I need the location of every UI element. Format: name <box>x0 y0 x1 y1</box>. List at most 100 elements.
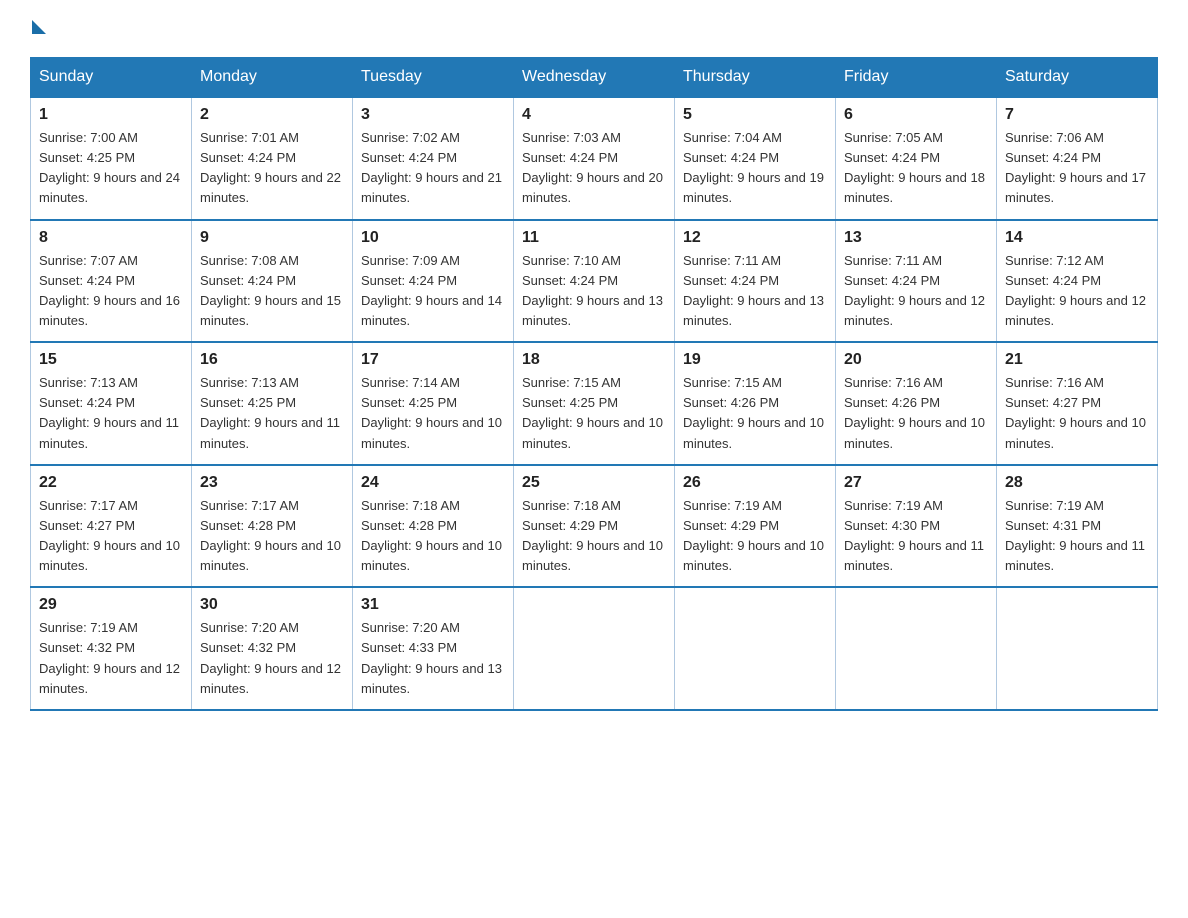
calendar-cell: 29 Sunrise: 7:19 AMSunset: 4:32 PMDayligh… <box>31 587 192 710</box>
calendar-cell: 27 Sunrise: 7:19 AMSunset: 4:30 PMDayligh… <box>836 465 997 588</box>
day-number: 10 <box>361 229 505 247</box>
calendar-cell: 18 Sunrise: 7:15 AMSunset: 4:25 PMDayligh… <box>514 342 675 465</box>
day-number: 5 <box>683 106 827 124</box>
day-info: Sunrise: 7:11 AMSunset: 4:24 PMDaylight:… <box>683 251 827 332</box>
day-info: Sunrise: 7:02 AMSunset: 4:24 PMDaylight:… <box>361 128 505 209</box>
day-number: 16 <box>200 351 344 369</box>
day-info: Sunrise: 7:03 AMSunset: 4:24 PMDaylight:… <box>522 128 666 209</box>
logo <box>30 20 48 37</box>
calendar-cell: 6Sunrise: 7:05 AMSunset: 4:24 PMDaylight… <box>836 97 997 220</box>
day-number: 3 <box>361 106 505 124</box>
day-info: Sunrise: 7:17 AMSunset: 4:27 PMDaylight:… <box>39 496 183 577</box>
calendar-header-wednesday: Wednesday <box>514 58 675 98</box>
day-number: 27 <box>844 474 988 492</box>
day-number: 2 <box>200 106 344 124</box>
day-number: 30 <box>200 596 344 614</box>
calendar-cell: 24 Sunrise: 7:18 AMSunset: 4:28 PMDayligh… <box>353 465 514 588</box>
calendar-header-friday: Friday <box>836 58 997 98</box>
day-info: Sunrise: 7:19 AMSunset: 4:31 PMDaylight:… <box>1005 496 1149 577</box>
calendar-cell: 20 Sunrise: 7:16 AMSunset: 4:26 PMDayligh… <box>836 342 997 465</box>
calendar-cell: 12 Sunrise: 7:11 AMSunset: 4:24 PMDayligh… <box>675 220 836 343</box>
calendar-cell: 8Sunrise: 7:07 AMSunset: 4:24 PMDaylight… <box>31 220 192 343</box>
calendar-cell: 28 Sunrise: 7:19 AMSunset: 4:31 PMDayligh… <box>997 465 1158 588</box>
day-number: 9 <box>200 229 344 247</box>
day-info: Sunrise: 7:12 AMSunset: 4:24 PMDaylight:… <box>1005 251 1149 332</box>
calendar-week-row: 22 Sunrise: 7:17 AMSunset: 4:27 PMDayligh… <box>31 465 1158 588</box>
calendar-cell: 9 Sunrise: 7:08 AMSunset: 4:24 PMDaylight… <box>192 220 353 343</box>
calendar-cell <box>836 587 997 710</box>
day-info: Sunrise: 7:06 AMSunset: 4:24 PMDaylight:… <box>1005 128 1149 209</box>
calendar-cell: 10 Sunrise: 7:09 AMSunset: 4:24 PMDayligh… <box>353 220 514 343</box>
calendar-cell: 16Sunrise: 7:13 AMSunset: 4:25 PMDayligh… <box>192 342 353 465</box>
day-info: Sunrise: 7:18 AMSunset: 4:28 PMDaylight:… <box>361 496 505 577</box>
day-number: 12 <box>683 229 827 247</box>
day-number: 19 <box>683 351 827 369</box>
calendar-cell: 30 Sunrise: 7:20 AMSunset: 4:32 PMDayligh… <box>192 587 353 710</box>
day-number: 4 <box>522 106 666 124</box>
day-number: 1 <box>39 106 183 124</box>
day-number: 20 <box>844 351 988 369</box>
calendar-cell: 31 Sunrise: 7:20 AMSunset: 4:33 PMDayligh… <box>353 587 514 710</box>
day-number: 6 <box>844 106 988 124</box>
day-info: Sunrise: 7:07 AMSunset: 4:24 PMDaylight:… <box>39 251 183 332</box>
calendar-header-saturday: Saturday <box>997 58 1158 98</box>
day-number: 22 <box>39 474 183 492</box>
calendar-week-row: 29 Sunrise: 7:19 AMSunset: 4:32 PMDayligh… <box>31 587 1158 710</box>
calendar-cell: 17 Sunrise: 7:14 AMSunset: 4:25 PMDayligh… <box>353 342 514 465</box>
day-number: 24 <box>361 474 505 492</box>
day-number: 13 <box>844 229 988 247</box>
logo-arrow-icon <box>32 20 46 34</box>
page-header <box>30 20 1158 37</box>
calendar-cell: 14 Sunrise: 7:12 AMSunset: 4:24 PMDayligh… <box>997 220 1158 343</box>
day-number: 29 <box>39 596 183 614</box>
day-info: Sunrise: 7:10 AMSunset: 4:24 PMDaylight:… <box>522 251 666 332</box>
day-info: Sunrise: 7:19 AMSunset: 4:32 PMDaylight:… <box>39 618 183 699</box>
calendar-header-sunday: Sunday <box>31 58 192 98</box>
day-info: Sunrise: 7:15 AMSunset: 4:26 PMDaylight:… <box>683 373 827 454</box>
calendar-week-row: 15 Sunrise: 7:13 AMSunset: 4:24 PMDayligh… <box>31 342 1158 465</box>
day-info: Sunrise: 7:13 AMSunset: 4:24 PMDaylight:… <box>39 373 183 454</box>
day-number: 14 <box>1005 229 1149 247</box>
day-info: Sunrise: 7:04 AMSunset: 4:24 PMDaylight:… <box>683 128 827 209</box>
day-number: 23 <box>200 474 344 492</box>
day-info: Sunrise: 7:19 AMSunset: 4:30 PMDaylight:… <box>844 496 988 577</box>
calendar-cell: 19 Sunrise: 7:15 AMSunset: 4:26 PMDayligh… <box>675 342 836 465</box>
day-number: 11 <box>522 229 666 247</box>
day-number: 17 <box>361 351 505 369</box>
calendar-header-monday: Monday <box>192 58 353 98</box>
day-info: Sunrise: 7:16 AMSunset: 4:26 PMDaylight:… <box>844 373 988 454</box>
calendar-cell: 5 Sunrise: 7:04 AMSunset: 4:24 PMDaylight… <box>675 97 836 220</box>
calendar-cell: 22 Sunrise: 7:17 AMSunset: 4:27 PMDayligh… <box>31 465 192 588</box>
day-number: 21 <box>1005 351 1149 369</box>
day-info: Sunrise: 7:20 AMSunset: 4:32 PMDaylight:… <box>200 618 344 699</box>
day-info: Sunrise: 7:08 AMSunset: 4:24 PMDaylight:… <box>200 251 344 332</box>
calendar-cell: 21Sunrise: 7:16 AMSunset: 4:27 PMDayligh… <box>997 342 1158 465</box>
calendar-cell: 4 Sunrise: 7:03 AMSunset: 4:24 PMDaylight… <box>514 97 675 220</box>
day-number: 28 <box>1005 474 1149 492</box>
day-number: 31 <box>361 596 505 614</box>
day-number: 7 <box>1005 106 1149 124</box>
day-number: 25 <box>522 474 666 492</box>
calendar-cell: 13 Sunrise: 7:11 AMSunset: 4:24 PMDayligh… <box>836 220 997 343</box>
calendar-cell <box>675 587 836 710</box>
calendar-cell: 23Sunrise: 7:17 AMSunset: 4:28 PMDayligh… <box>192 465 353 588</box>
day-info: Sunrise: 7:20 AMSunset: 4:33 PMDaylight:… <box>361 618 505 699</box>
calendar-cell: 1Sunrise: 7:00 AMSunset: 4:25 PMDaylight… <box>31 97 192 220</box>
day-number: 18 <box>522 351 666 369</box>
day-info: Sunrise: 7:11 AMSunset: 4:24 PMDaylight:… <box>844 251 988 332</box>
calendar-cell: 25 Sunrise: 7:18 AMSunset: 4:29 PMDayligh… <box>514 465 675 588</box>
day-info: Sunrise: 7:18 AMSunset: 4:29 PMDaylight:… <box>522 496 666 577</box>
calendar-week-row: 8Sunrise: 7:07 AMSunset: 4:24 PMDaylight… <box>31 220 1158 343</box>
calendar-cell: 15 Sunrise: 7:13 AMSunset: 4:24 PMDayligh… <box>31 342 192 465</box>
day-number: 26 <box>683 474 827 492</box>
day-info: Sunrise: 7:01 AMSunset: 4:24 PMDaylight:… <box>200 128 344 209</box>
day-info: Sunrise: 7:09 AMSunset: 4:24 PMDaylight:… <box>361 251 505 332</box>
calendar-week-row: 1Sunrise: 7:00 AMSunset: 4:25 PMDaylight… <box>31 97 1158 220</box>
calendar-cell <box>514 587 675 710</box>
day-number: 15 <box>39 351 183 369</box>
day-info: Sunrise: 7:14 AMSunset: 4:25 PMDaylight:… <box>361 373 505 454</box>
calendar-cell: 11 Sunrise: 7:10 AMSunset: 4:24 PMDayligh… <box>514 220 675 343</box>
day-info: Sunrise: 7:15 AMSunset: 4:25 PMDaylight:… <box>522 373 666 454</box>
day-info: Sunrise: 7:19 AMSunset: 4:29 PMDaylight:… <box>683 496 827 577</box>
calendar-cell: 2 Sunrise: 7:01 AMSunset: 4:24 PMDaylight… <box>192 97 353 220</box>
